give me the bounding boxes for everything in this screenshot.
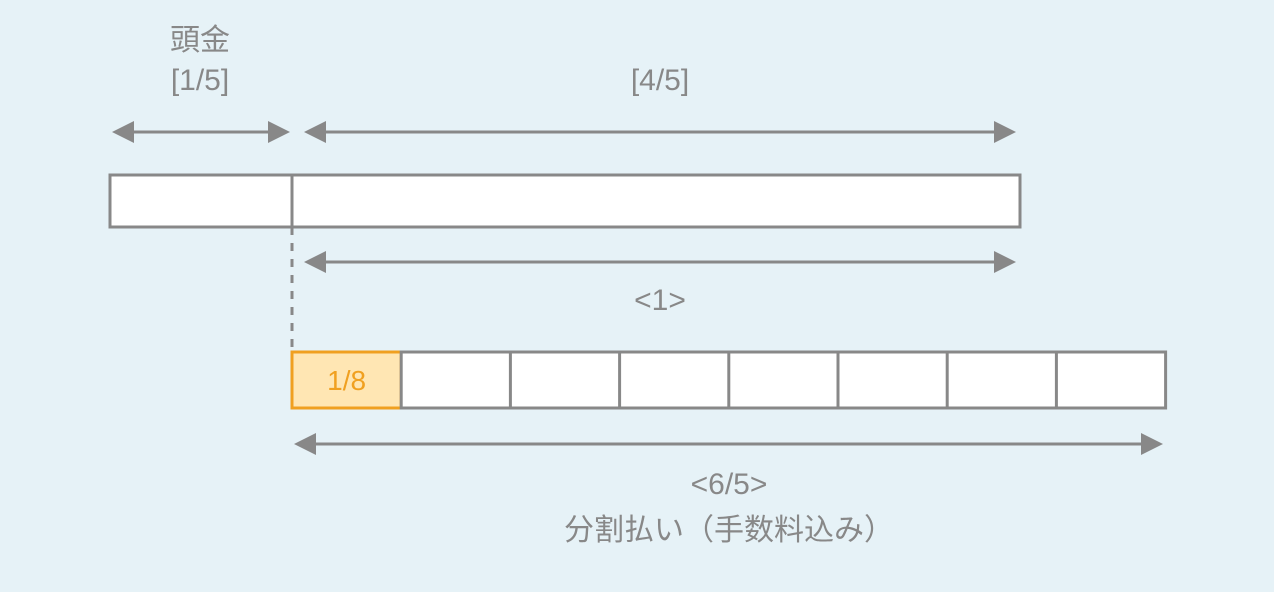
installment-total-fraction: <6/5> (691, 468, 768, 501)
bottom-bar (292, 352, 1166, 408)
unit-one-label: <1> (634, 284, 686, 317)
arrow-remaining (304, 121, 1016, 143)
arrow-installment-total (294, 433, 1163, 455)
installment-caption: 分割払い（手数料込み） (564, 514, 894, 547)
installment-cells-rest (401, 352, 1165, 408)
arrow-unit-one (304, 251, 1016, 273)
down-payment-title: 頭金 (170, 24, 230, 57)
top-bar (110, 175, 1020, 227)
diagram-canvas: 頭金 [1/5] [4/5] <1> 1/8 (0, 0, 1274, 592)
down-payment-fraction: [1/5] (171, 64, 229, 97)
installment-cell-fraction: 1/8 (327, 365, 366, 396)
top-bar-rect (110, 175, 1020, 227)
down-payment-label-group: 頭金 [1/5] (170, 24, 230, 97)
remaining-fraction-label: [4/5] (631, 64, 689, 97)
arrow-down-payment (112, 121, 290, 143)
